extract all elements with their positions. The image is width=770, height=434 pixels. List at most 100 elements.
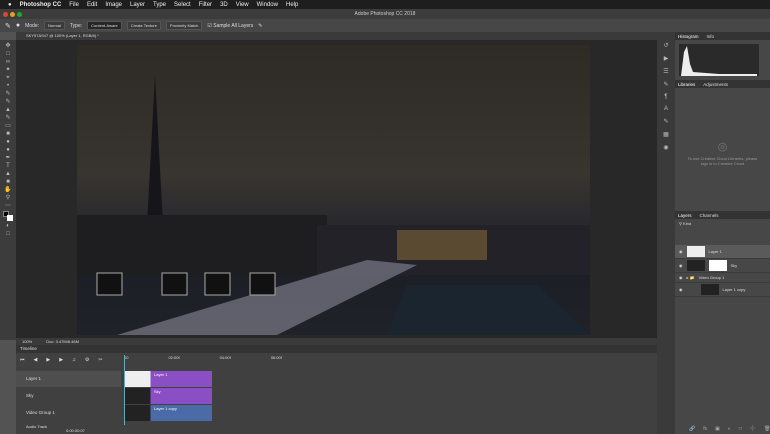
link-icon[interactable]: 🔗	[689, 426, 695, 432]
clip-layer-1-copy[interactable]: Layer 1 copy	[124, 405, 212, 421]
tab-layers[interactable]: Layers	[678, 213, 692, 218]
brush-settings-icon[interactable]: ✎	[663, 81, 668, 88]
menu-file[interactable]: File	[69, 2, 79, 8]
first-frame-icon[interactable]: ⏮	[20, 357, 25, 363]
next-frame-icon[interactable]: ▶	[59, 357, 63, 363]
pressure-icon[interactable]: ✎	[258, 23, 262, 29]
quick-mask-icon[interactable]: ◐	[4, 223, 12, 229]
clip-sky[interactable]: Sky	[124, 388, 212, 404]
fx-icon[interactable]: fx	[703, 426, 707, 432]
menu-3d[interactable]: 3D	[220, 2, 228, 8]
document-image[interactable]	[77, 45, 590, 335]
type-proximity-match[interactable]: Proximity Match	[165, 21, 203, 30]
visibility-icon[interactable]: ◉	[679, 263, 683, 268]
brush-size-picker[interactable]: ●	[16, 22, 20, 29]
styles-icon[interactable]: ◉	[663, 144, 668, 151]
blur-tool-icon[interactable]: ●	[4, 139, 12, 145]
hand-tool-icon[interactable]: ✋	[4, 187, 12, 193]
zoom-level[interactable]: 100%	[22, 339, 32, 344]
mask-icon[interactable]: ▣	[715, 426, 720, 432]
layer-filter[interactable]: ⚲ Kind	[675, 219, 770, 229]
prev-frame-icon[interactable]: ◀	[34, 357, 38, 363]
mode-select[interactable]: Normal	[44, 21, 65, 30]
tab-histogram[interactable]: Histogram	[678, 34, 699, 39]
brush-tool-icon[interactable]: ✎	[4, 99, 12, 105]
eyedropper-tool-icon[interactable]: •	[4, 83, 12, 89]
move-tool-icon[interactable]: ✥	[4, 43, 12, 49]
stamp-tool-icon[interactable]: ▲	[4, 107, 12, 113]
type-tool-icon[interactable]: T	[4, 163, 12, 169]
color-swatches[interactable]	[3, 211, 13, 221]
menu-help[interactable]: Help	[286, 2, 298, 8]
visibility-icon[interactable]: ◉	[679, 275, 683, 280]
swatches-icon[interactable]: ▦	[663, 131, 669, 138]
dodge-tool-icon[interactable]: ●	[4, 147, 12, 153]
type-content-aware[interactable]: Content-Aware	[87, 21, 122, 30]
character-icon[interactable]: A	[664, 106, 668, 112]
tab-channels[interactable]: Channels	[700, 213, 719, 218]
visibility-icon[interactable]: ◉	[679, 287, 683, 292]
layer-row[interactable]: ◉ ▸ 📁 Video Group 1	[675, 273, 770, 283]
visibility-icon[interactable]: ◉	[679, 249, 683, 254]
history-brush-icon[interactable]: ✎	[4, 115, 12, 121]
gradient-tool-icon[interactable]: ■	[4, 131, 12, 137]
layer-row[interactable]: ◉ Sky	[675, 259, 770, 273]
menu-layer[interactable]: Layer	[130, 2, 145, 8]
tab-info[interactable]: Info	[707, 34, 715, 39]
timeline-tab[interactable]: Timeline	[16, 345, 657, 353]
zoom-button[interactable]	[17, 11, 22, 17]
group-icon[interactable]: □	[739, 426, 742, 432]
kind-select[interactable]: Kind	[683, 221, 691, 226]
minimize-button[interactable]	[10, 11, 15, 17]
menu-view[interactable]: View	[236, 2, 249, 8]
lasso-tool-icon[interactable]: ∞	[4, 59, 12, 65]
settings-icon[interactable]: ⚙	[85, 357, 89, 363]
healing-tool-icon[interactable]: ✎	[4, 91, 12, 97]
sample-all-layers-checkbox[interactable]: ☑ Sample All Layers	[207, 23, 253, 29]
eraser-tool-icon[interactable]: ▭	[4, 123, 12, 129]
zoom-tool-icon[interactable]: ⚲	[4, 195, 12, 201]
pen-tool-icon[interactable]: ✒	[4, 155, 12, 161]
type-label: Type:	[69, 22, 83, 29]
type-create-texture[interactable]: Create Texture	[126, 21, 161, 30]
more-tools-icon[interactable]: ⋯	[4, 203, 12, 209]
layer-row[interactable]: ◉ Layer 1	[675, 245, 770, 259]
spot-healing-brush-icon[interactable]: ✎	[5, 22, 11, 30]
menu-type[interactable]: Type	[153, 2, 166, 8]
split-icon[interactable]: ✂	[98, 357, 102, 363]
audio-icon[interactable]: ♫	[72, 357, 76, 363]
glyphs-icon[interactable]: ✎	[663, 118, 668, 125]
menu-select[interactable]: Select	[174, 2, 191, 8]
menu-filter[interactable]: Filter	[199, 2, 212, 8]
trash-icon[interactable]: 🗑	[764, 426, 770, 432]
menu-edit[interactable]: Edit	[87, 2, 97, 8]
track-layer-1[interactable]: Layer 1	[16, 371, 121, 387]
track-sky[interactable]: Sky	[16, 388, 121, 404]
play-icon[interactable]: ▶	[46, 357, 50, 363]
crop-tool-icon[interactable]: ⌖	[4, 75, 12, 81]
quick-select-tool-icon[interactable]: ✦	[4, 67, 12, 73]
time-ruler[interactable]: 00 02:00f 04:00f 06:00f	[124, 355, 644, 360]
paragraph-icon[interactable]: ¶	[664, 94, 667, 100]
screen-mode-icon[interactable]: □	[4, 231, 12, 237]
actions-icon[interactable]: ▶	[664, 55, 669, 62]
app-menu[interactable]: Photoshop CC	[20, 2, 62, 8]
new-layer-icon[interactable]: ➕	[750, 426, 756, 432]
path-select-tool-icon[interactable]: ▲	[4, 171, 12, 177]
shape-tool-icon[interactable]: ■	[4, 179, 12, 185]
tab-libraries[interactable]: Libraries	[678, 82, 695, 87]
layer-row[interactable]: ◉ Layer 1 copy	[675, 283, 770, 297]
track-video-group-1[interactable]: Video Group 1	[16, 405, 121, 421]
marquee-tool-icon[interactable]: □	[4, 51, 12, 57]
history-icon[interactable]: ↺	[663, 42, 668, 49]
adjustment-icon[interactable]: ◐	[728, 426, 731, 432]
playhead[interactable]	[124, 355, 125, 425]
apple-icon[interactable]: ●	[8, 2, 12, 8]
properties-icon[interactable]: ☰	[663, 68, 668, 75]
tab-adjustments[interactable]: Adjustments	[703, 82, 728, 87]
close-button[interactable]	[3, 11, 8, 17]
menu-window[interactable]: Window	[257, 2, 278, 8]
menu-image[interactable]: Image	[105, 2, 122, 8]
document-tab[interactable]: SKY57AS47 @ 100% (Layer 1, RGB/8) *	[16, 32, 657, 40]
clip-layer-1[interactable]: Layer 1	[124, 371, 212, 387]
